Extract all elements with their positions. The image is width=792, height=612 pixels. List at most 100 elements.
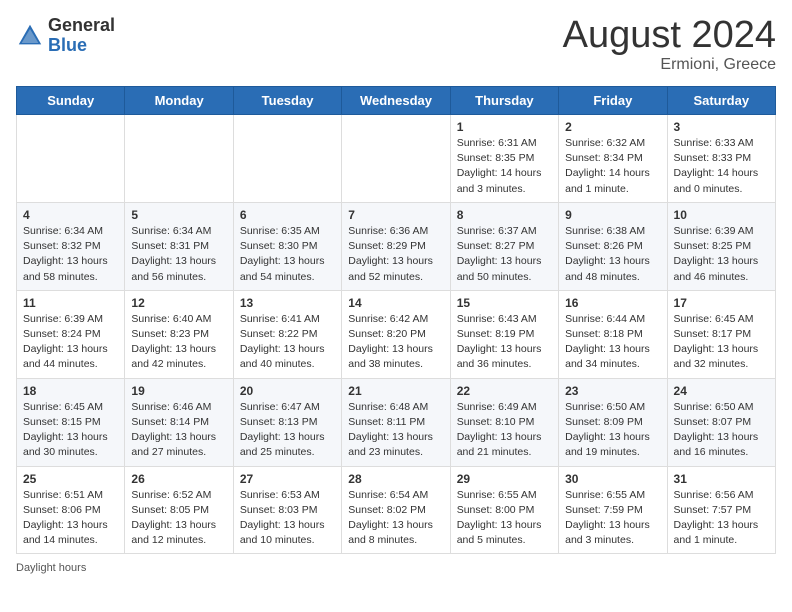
week-row-0: 1Sunrise: 6:31 AMSunset: 8:35 PMDaylight… xyxy=(17,115,776,203)
cell-text: Sunrise: 6:35 AMSunset: 8:30 PMDaylight:… xyxy=(240,224,335,285)
cell-text: Sunrise: 6:46 AMSunset: 8:14 PMDaylight:… xyxy=(131,400,226,461)
week-row-1: 4 Sunrise: 6:34 AMSunset: 8:32 PMDaylight… xyxy=(17,202,776,290)
cell-text: Sunrise: 6:54 AMSunset: 8:02 PMDaylight:… xyxy=(348,488,443,549)
cell-text: Sunrise: 6:32 AMSunset: 8:34 PMDaylight:… xyxy=(565,136,660,197)
cell-text: Sunrise: 6:33 AMSunset: 8:33 PMDaylight:… xyxy=(674,136,769,197)
day-number: 4 xyxy=(23,208,118,222)
day-number: 5 xyxy=(131,208,226,222)
calendar-cell xyxy=(125,115,233,203)
calendar-cell: 18 Sunrise: 6:45 AMSunset: 8:15 PMDayligh… xyxy=(17,378,125,466)
calendar-cell: 31 Sunrise: 6:56 AMSunset: 7:57 PMDayligh… xyxy=(667,466,775,554)
calendar-table: SundayMondayTuesdayWednesdayThursdayFrid… xyxy=(16,86,776,554)
logo-blue-text: Blue xyxy=(48,36,115,56)
cell-text: Sunrise: 6:55 AMSunset: 8:00 PMDaylight:… xyxy=(457,488,552,549)
day-number: 15 xyxy=(457,296,552,310)
day-number: 21 xyxy=(348,384,443,398)
footer-text: Daylight hours xyxy=(16,562,86,574)
day-number: 9 xyxy=(565,208,660,222)
calendar-cell xyxy=(233,115,341,203)
logo-general-text: General xyxy=(48,16,115,36)
day-number: 3 xyxy=(674,120,769,134)
day-number: 8 xyxy=(457,208,552,222)
day-number: 26 xyxy=(131,472,226,486)
cell-text: Sunrise: 6:37 AMSunset: 8:27 PMDaylight:… xyxy=(457,224,552,285)
day-number: 16 xyxy=(565,296,660,310)
day-number: 24 xyxy=(674,384,769,398)
day-number: 14 xyxy=(348,296,443,310)
calendar-cell: 30Sunrise: 6:55 AMSunset: 7:59 PMDayligh… xyxy=(559,466,667,554)
day-number: 7 xyxy=(348,208,443,222)
cell-text: Sunrise: 6:49 AMSunset: 8:10 PMDaylight:… xyxy=(457,400,552,461)
location-subtitle: Ermioni, Greece xyxy=(563,56,776,74)
day-number: 2 xyxy=(565,120,660,134)
calendar-cell: 1Sunrise: 6:31 AMSunset: 8:35 PMDaylight… xyxy=(450,115,558,203)
day-header-thursday: Thursday xyxy=(450,87,558,115)
cell-text: Sunrise: 6:50 AMSunset: 8:07 PMDaylight:… xyxy=(674,400,769,461)
calendar-cell: 10 Sunrise: 6:39 AMSunset: 8:25 PMDayligh… xyxy=(667,202,775,290)
day-number: 31 xyxy=(674,472,769,486)
cell-text: Sunrise: 6:55 AMSunset: 7:59 PMDaylight:… xyxy=(565,488,660,549)
logo-icon xyxy=(16,22,44,50)
day-header-sunday: Sunday xyxy=(17,87,125,115)
day-header-tuesday: Tuesday xyxy=(233,87,341,115)
cell-text: Sunrise: 6:38 AMSunset: 8:26 PMDaylight:… xyxy=(565,224,660,285)
day-header-monday: Monday xyxy=(125,87,233,115)
cell-text: Sunrise: 6:39 AMSunset: 8:24 PMDaylight:… xyxy=(23,312,118,373)
cell-text: Sunrise: 6:42 AMSunset: 8:20 PMDaylight:… xyxy=(348,312,443,373)
cell-text: Sunrise: 6:34 AMSunset: 8:31 PMDaylight:… xyxy=(131,224,226,285)
logo-text: General Blue xyxy=(48,16,115,56)
calendar-cell: 5 Sunrise: 6:34 AMSunset: 8:31 PMDaylight… xyxy=(125,202,233,290)
cell-text: Sunrise: 6:50 AMSunset: 8:09 PMDaylight:… xyxy=(565,400,660,461)
day-number: 27 xyxy=(240,472,335,486)
calendar-cell: 12 Sunrise: 6:40 AMSunset: 8:23 PMDayligh… xyxy=(125,290,233,378)
calendar-cell: 4 Sunrise: 6:34 AMSunset: 8:32 PMDaylight… xyxy=(17,202,125,290)
calendar-cell: 8 Sunrise: 6:37 AMSunset: 8:27 PMDaylight… xyxy=(450,202,558,290)
cell-text: Sunrise: 6:45 AMSunset: 8:15 PMDaylight:… xyxy=(23,400,118,461)
week-row-4: 25 Sunrise: 6:51 AMSunset: 8:06 PMDayligh… xyxy=(17,466,776,554)
calendar-cell: 15 Sunrise: 6:43 AMSunset: 8:19 PMDayligh… xyxy=(450,290,558,378)
day-header-wednesday: Wednesday xyxy=(342,87,450,115)
cell-text: Sunrise: 6:41 AMSunset: 8:22 PMDaylight:… xyxy=(240,312,335,373)
calendar-cell xyxy=(342,115,450,203)
day-number: 22 xyxy=(457,384,552,398)
day-header-friday: Friday xyxy=(559,87,667,115)
week-row-2: 11Sunrise: 6:39 AMSunset: 8:24 PMDayligh… xyxy=(17,290,776,378)
cell-text: Sunrise: 6:34 AMSunset: 8:32 PMDaylight:… xyxy=(23,224,118,285)
calendar-cell: 23Sunrise: 6:50 AMSunset: 8:09 PMDayligh… xyxy=(559,378,667,466)
calendar-cell: 6 Sunrise: 6:35 AMSunset: 8:30 PMDaylight… xyxy=(233,202,341,290)
day-number: 17 xyxy=(674,296,769,310)
calendar-cell: 19Sunrise: 6:46 AMSunset: 8:14 PMDayligh… xyxy=(125,378,233,466)
calendar-cell: 17 Sunrise: 6:45 AMSunset: 8:17 PMDayligh… xyxy=(667,290,775,378)
calendar-cell: 13Sunrise: 6:41 AMSunset: 8:22 PMDayligh… xyxy=(233,290,341,378)
cell-text: Sunrise: 6:40 AMSunset: 8:23 PMDaylight:… xyxy=(131,312,226,373)
day-number: 25 xyxy=(23,472,118,486)
logo: General Blue xyxy=(16,16,115,56)
cell-text: Sunrise: 6:53 AMSunset: 8:03 PMDaylight:… xyxy=(240,488,335,549)
day-header-saturday: Saturday xyxy=(667,87,775,115)
day-number: 6 xyxy=(240,208,335,222)
calendar-cell: 20Sunrise: 6:47 AMSunset: 8:13 PMDayligh… xyxy=(233,378,341,466)
cell-text: Sunrise: 6:44 AMSunset: 8:18 PMDaylight:… xyxy=(565,312,660,373)
day-number: 20 xyxy=(240,384,335,398)
calendar-cell: 11Sunrise: 6:39 AMSunset: 8:24 PMDayligh… xyxy=(17,290,125,378)
day-number: 12 xyxy=(131,296,226,310)
calendar-cell xyxy=(17,115,125,203)
week-row-3: 18 Sunrise: 6:45 AMSunset: 8:15 PMDayligh… xyxy=(17,378,776,466)
cell-text: Sunrise: 6:39 AMSunset: 8:25 PMDaylight:… xyxy=(674,224,769,285)
cell-text: Sunrise: 6:36 AMSunset: 8:29 PMDaylight:… xyxy=(348,224,443,285)
calendar-cell: 29Sunrise: 6:55 AMSunset: 8:00 PMDayligh… xyxy=(450,466,558,554)
calendar-cell: 21 Sunrise: 6:48 AMSunset: 8:11 PMDayligh… xyxy=(342,378,450,466)
month-year-title: August 2024 xyxy=(563,16,776,54)
day-number: 1 xyxy=(457,120,552,134)
cell-text: Sunrise: 6:51 AMSunset: 8:06 PMDaylight:… xyxy=(23,488,118,549)
cell-text: Sunrise: 6:45 AMSunset: 8:17 PMDaylight:… xyxy=(674,312,769,373)
calendar-cell: 28Sunrise: 6:54 AMSunset: 8:02 PMDayligh… xyxy=(342,466,450,554)
day-number: 10 xyxy=(674,208,769,222)
cell-text: Sunrise: 6:48 AMSunset: 8:11 PMDaylight:… xyxy=(348,400,443,461)
cell-text: Sunrise: 6:43 AMSunset: 8:19 PMDaylight:… xyxy=(457,312,552,373)
day-number: 18 xyxy=(23,384,118,398)
calendar-cell: 26Sunrise: 6:52 AMSunset: 8:05 PMDayligh… xyxy=(125,466,233,554)
title-block: August 2024 Ermioni, Greece xyxy=(563,16,776,74)
calendar-cell: 16 Sunrise: 6:44 AMSunset: 8:18 PMDayligh… xyxy=(559,290,667,378)
cell-text: Sunrise: 6:56 AMSunset: 7:57 PMDaylight:… xyxy=(674,488,769,549)
